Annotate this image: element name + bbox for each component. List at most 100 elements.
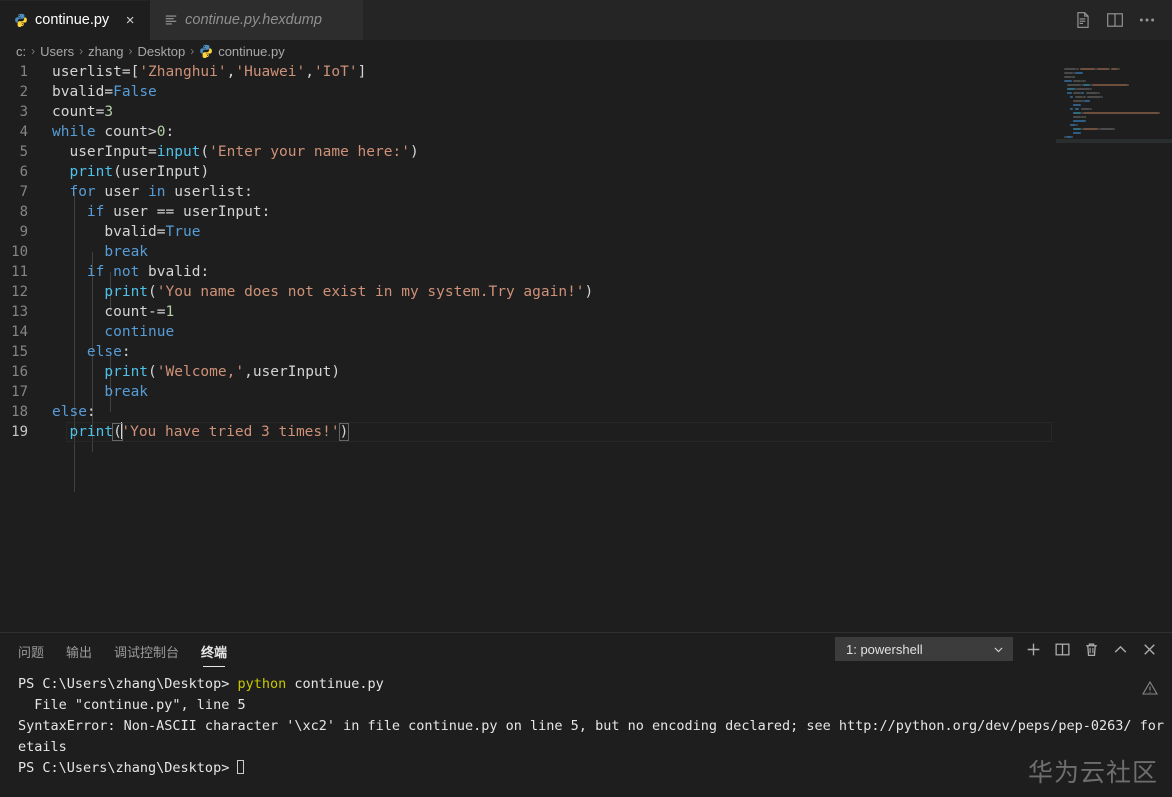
terminal-text: python (237, 676, 286, 692)
new-terminal-icon[interactable] (1025, 641, 1042, 658)
minimap-line-segment (1114, 128, 1116, 130)
minimap-line-segment (1084, 100, 1090, 102)
terminal-output[interactable]: PS C:\Users\zhang\Desktop> python contin… (0, 668, 1172, 797)
line-number: 16 (0, 362, 48, 382)
minimap-line-segment (1086, 92, 1098, 94)
code-line[interactable]: 3count=3 (0, 102, 1172, 122)
code-line[interactable]: 6 print(userInput) (0, 162, 1172, 182)
breadcrumb: c: › Users › zhang › Desktop › continue.… (0, 40, 1172, 62)
breadcrumb-file-label: continue.py (218, 44, 285, 59)
minimap-line-segment (1084, 80, 1086, 82)
code-line[interactable]: 15 else: (0, 342, 1172, 362)
line-number: 3 (0, 102, 48, 122)
code-line[interactable]: 9 bvalid=True (0, 222, 1172, 242)
minimap-line-segment (1100, 128, 1114, 130)
minimap-line-segment (1128, 84, 1130, 86)
breadcrumb-item-0[interactable]: c: (16, 44, 26, 59)
code-text: print('You have tried 3 times!') (48, 422, 348, 442)
more-actions-icon[interactable] (1138, 11, 1156, 29)
code-token: userInput (52, 144, 148, 160)
code-token: userInput (122, 164, 201, 180)
code-token: print (104, 364, 148, 380)
tab-label: continue.py (35, 12, 109, 28)
minimap-line-segment (1073, 80, 1081, 82)
minimap-line-segment (1070, 108, 1073, 110)
code-line[interactable]: 16 print('Welcome,',userInput) (0, 362, 1172, 382)
breadcrumb-item-3[interactable]: Desktop (138, 44, 186, 59)
python-icon (199, 44, 213, 58)
code-line[interactable]: 17 break (0, 382, 1172, 402)
minimap-line-segment (1159, 112, 1161, 114)
code-token: continue (104, 324, 174, 340)
breadcrumb-separator: › (129, 44, 133, 58)
code-line[interactable]: 2bvalid=False (0, 82, 1172, 102)
code-line[interactable]: 10 break (0, 242, 1172, 262)
breadcrumb-item-file[interactable]: continue.py (199, 44, 285, 59)
minimap-line-segment (1080, 68, 1096, 70)
minimap-line-segment (1101, 96, 1103, 98)
minimap-line-segment (1070, 96, 1073, 98)
minimap-line-segment (1084, 116, 1086, 118)
watermark: 华为云社区 (1028, 753, 1158, 789)
code-line[interactable]: 18else: (0, 402, 1172, 422)
code-line[interactable]: 4while count>0: (0, 122, 1172, 142)
minimap-line-segment (1081, 108, 1090, 110)
tab-bar-empty-space (363, 0, 1066, 40)
breadcrumb-separator: › (79, 44, 83, 58)
code-token (52, 344, 87, 360)
line-number: 19 (0, 422, 48, 442)
code-token: print (69, 424, 113, 440)
terminal-text: PS C:\Users\zhang\Desktop> (18, 760, 237, 776)
code-token: count (96, 124, 148, 140)
terminal-line: File "continue.py", line 5 (18, 695, 1172, 716)
code-line[interactable]: 14 continue (0, 322, 1172, 342)
minimap-line-segment (1083, 84, 1091, 86)
code-token: ) (200, 164, 209, 180)
open-preview-icon[interactable] (1074, 11, 1092, 29)
vscode-window: continue.py × continue.py.hexdump× c: › Us… (0, 0, 1172, 797)
code-token: not (113, 264, 139, 280)
panel-tab[interactable]: 输出 (66, 642, 92, 668)
breadcrumb-item-1[interactable]: Users (40, 44, 74, 59)
code-token: while (52, 124, 96, 140)
line-number: 9 (0, 222, 48, 242)
code-token: -= (148, 304, 165, 320)
minimap-line-segment (1072, 136, 1074, 138)
maximize-panel-icon[interactable] (1112, 641, 1129, 658)
code-token (104, 264, 113, 280)
code-token: > (148, 124, 157, 140)
code-line[interactable]: 19 print('You have tried 3 times!') (0, 422, 1172, 442)
line-number: 11 (0, 262, 48, 282)
editor-tab-continue-py-hexdump[interactable]: continue.py.hexdump× (150, 0, 363, 40)
code-lines[interactable]: 1userlist=['Zhanghui','Huawei','IoT']2bv… (0, 62, 1172, 632)
code-token: ( (113, 164, 122, 180)
minimap-line-segment (1083, 96, 1086, 98)
code-token: 'You have tried 3 times!' (121, 424, 339, 440)
editor-tab-continue-py[interactable]: continue.py × (0, 0, 150, 40)
code-line[interactable]: 5 userInput=input('Enter your name here:… (0, 142, 1172, 162)
code-editor[interactable]: 1userlist=['Zhanghui','Huawei','IoT']2bv… (0, 62, 1172, 632)
close-panel-icon[interactable] (1141, 641, 1158, 658)
code-line[interactable]: 7 for user in userlist: (0, 182, 1172, 202)
panel-tab[interactable]: 调试控制台 (114, 642, 179, 668)
terminal-select[interactable]: 1: powershell (835, 637, 1013, 661)
code-line[interactable]: 13 count-=1 (0, 302, 1172, 322)
minimap[interactable] (1056, 62, 1172, 632)
code-line[interactable]: 8 if user == userInput: (0, 202, 1172, 222)
panel-tab[interactable]: 终端 (201, 642, 227, 668)
code-text: else: (48, 402, 96, 422)
kill-terminal-icon[interactable] (1083, 641, 1100, 658)
code-line[interactable]: 1userlist=['Zhanghui','Huawei','IoT'] (0, 62, 1172, 82)
line-number: 15 (0, 342, 48, 362)
split-editor-icon[interactable] (1106, 11, 1124, 29)
code-line[interactable]: 11 if not bvalid: (0, 262, 1172, 282)
line-number: 13 (0, 302, 48, 322)
code-token: ( (148, 364, 157, 380)
tab-close-icon[interactable]: × (122, 13, 138, 28)
breadcrumb-item-2[interactable]: zhang (88, 44, 123, 59)
code-line[interactable]: 12 print('You name does not exist in my … (0, 282, 1172, 302)
minimap-line-segment (1081, 92, 1084, 94)
tab-label: continue.py.hexdump (185, 12, 322, 28)
split-terminal-icon[interactable] (1054, 641, 1071, 658)
panel-tab[interactable]: 问题 (18, 642, 44, 668)
